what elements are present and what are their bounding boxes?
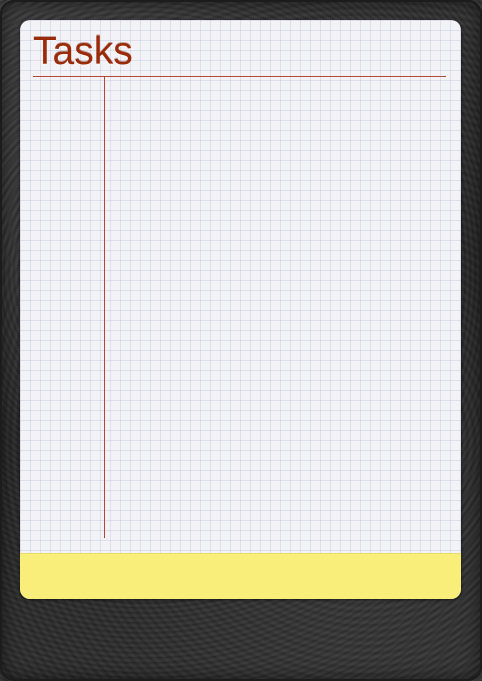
notepad-paper: Tasks — [20, 20, 461, 599]
task-list[interactable] — [106, 77, 461, 537]
margin-line — [104, 76, 105, 538]
page-title: Tasks — [33, 30, 133, 73]
new-task-bar — [20, 553, 461, 599]
new-task-input[interactable] — [20, 554, 461, 599]
